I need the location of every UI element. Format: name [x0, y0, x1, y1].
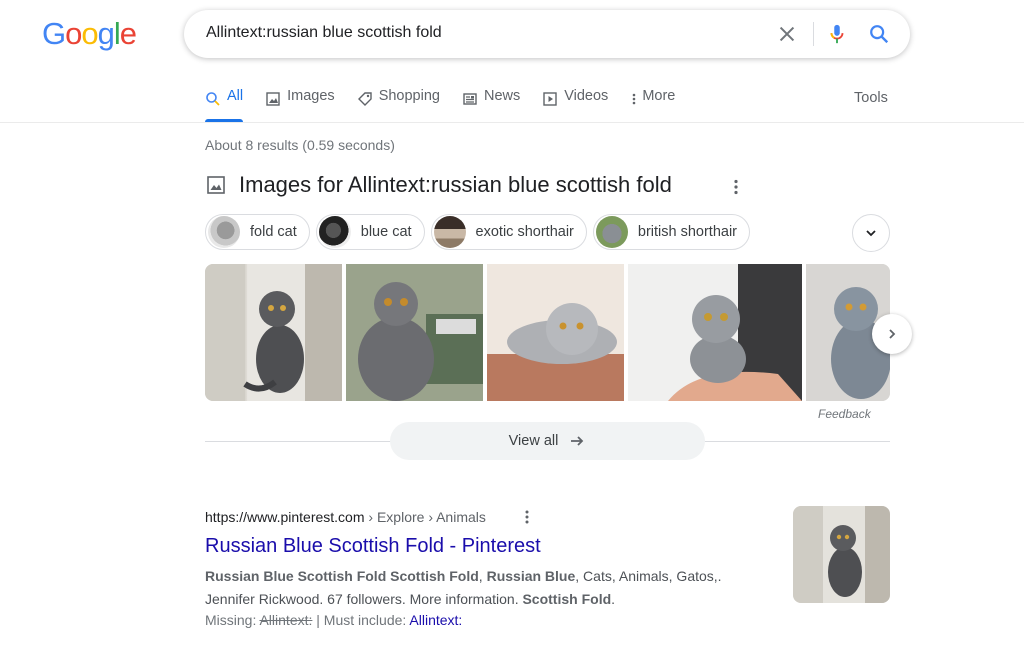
must-include-link[interactable]: Allintext: — [409, 612, 462, 628]
view-all-label: View all — [508, 433, 559, 449]
arrow-right-icon — [571, 436, 584, 446]
chip-label: british shorthair — [637, 224, 737, 240]
snippet-text: , Cats, Animals, Gatos,. — [575, 568, 722, 584]
carousel-next-button[interactable] — [872, 314, 912, 354]
related-chips: fold cat blue cat exotic shorthair briti… — [205, 214, 756, 250]
tab-label: More — [642, 88, 676, 104]
image-icon — [207, 176, 225, 194]
must-include-label: | Must include: — [312, 612, 410, 628]
search-input[interactable]: Allintext:russian blue scottish fold — [206, 24, 442, 42]
image-icon — [266, 92, 280, 106]
search-icon — [206, 92, 220, 106]
result-title-link[interactable]: Russian Blue Scottish Fold - Pinterest — [205, 535, 541, 558]
search-icon[interactable] — [868, 23, 890, 45]
missing-label: Missing: — [205, 612, 260, 628]
chip-thumbnail — [433, 216, 466, 248]
logo-letter: o — [65, 16, 82, 51]
chip-thumbnail — [208, 216, 240, 248]
chip-label: exotic shorthair — [475, 224, 574, 240]
chip-label: fold cat — [250, 224, 297, 240]
chip-thumbnail — [318, 216, 351, 248]
snippet-highlight: Russian Blue Scottish Fold Scottish Fold — [205, 568, 479, 584]
more-options-icon[interactable] — [522, 508, 532, 526]
cat-photo — [793, 506, 890, 603]
tab-label: Videos — [564, 88, 609, 104]
tag-icon — [357, 92, 372, 106]
tab-videos[interactable]: Videos — [542, 88, 608, 122]
image-result[interactable] — [346, 264, 483, 401]
images-section-header: Images for Allintext:russian blue scotti… — [205, 172, 672, 198]
microphone-icon[interactable] — [826, 22, 848, 46]
chip-british-shorthair[interactable]: british shorthair — [592, 214, 750, 250]
cat-photo — [205, 264, 342, 401]
snippet-highlight: Russian Blue — [486, 568, 576, 584]
more-options-icon[interactable] — [730, 178, 742, 196]
chevron-right-icon — [889, 329, 896, 339]
tab-label: News — [483, 88, 521, 104]
play-icon — [543, 92, 557, 106]
result-snippet: Russian Blue Scottish Fold Scottish Fold… — [205, 565, 765, 611]
view-all-button[interactable]: View all — [390, 422, 705, 460]
cat-photo — [346, 264, 483, 401]
snippet-text: . — [611, 591, 616, 607]
logo-letter: o — [81, 16, 98, 51]
result-domain: https://www.pinterest.com — [205, 509, 365, 525]
search-box[interactable]: Allintext:russian blue scottish fold — [184, 10, 910, 58]
chevron-down-icon — [866, 230, 876, 237]
image-result[interactable] — [628, 264, 802, 401]
search-divider — [813, 22, 814, 46]
missing-terms: Missing: Allintext: | Must include: Alli… — [205, 612, 462, 628]
image-result[interactable] — [487, 264, 624, 401]
snippet-highlight: Scottish Fold — [522, 591, 612, 607]
feedback-link[interactable]: Feedback — [818, 407, 871, 421]
image-result[interactable] — [205, 264, 342, 401]
chip-thumbnail — [595, 216, 628, 248]
google-logo[interactable]: Google — [42, 16, 137, 52]
chip-blue-cat[interactable]: blue cat — [315, 214, 425, 250]
tab-label: All — [227, 88, 244, 104]
cat-photo — [487, 264, 624, 401]
newspaper-icon — [463, 93, 477, 105]
snippet-text: Jennifer Rickwood. 67 followers. More in… — [205, 591, 523, 607]
result-url[interactable]: https://www.pinterest.com › Explore › An… — [205, 509, 486, 525]
tab-more[interactable]: More — [630, 88, 675, 122]
search-tabs: All Images Shopping News Videos More — [205, 88, 697, 122]
chip-label: blue cat — [360, 224, 412, 240]
tools-button[interactable]: Tools — [854, 90, 888, 106]
tab-all[interactable]: All — [205, 88, 244, 122]
logo-letter: e — [119, 16, 137, 51]
snippet-text: , — [478, 568, 487, 584]
result-stats: About 8 results (0.59 seconds) — [205, 137, 395, 153]
tab-label: Images — [287, 88, 335, 104]
cat-photo — [628, 264, 802, 401]
chip-fold-cat[interactable]: fold cat — [205, 214, 310, 250]
tab-label: Shopping — [378, 88, 440, 104]
result-breadcrumb: › Explore › Animals — [364, 509, 486, 525]
images-section-title: Images for Allintext:russian blue scotti… — [239, 172, 672, 197]
divider — [704, 441, 890, 442]
more-vert-icon — [633, 93, 636, 105]
tab-images[interactable]: Images — [265, 88, 335, 122]
tabs-divider — [0, 122, 1024, 123]
result-thumbnail[interactable] — [793, 506, 890, 603]
expand-chips-button[interactable] — [852, 214, 890, 252]
tab-shopping[interactable]: Shopping — [357, 88, 440, 122]
divider — [205, 441, 391, 442]
image-carousel — [205, 264, 890, 401]
missing-term: Allintext: — [259, 612, 313, 628]
tab-news[interactable]: News — [462, 88, 520, 122]
clear-icon[interactable] — [776, 23, 798, 45]
chip-exotic-shorthair[interactable]: exotic shorthair — [430, 214, 587, 250]
logo-letter: g — [97, 16, 115, 51]
logo-letter: G — [42, 16, 66, 51]
